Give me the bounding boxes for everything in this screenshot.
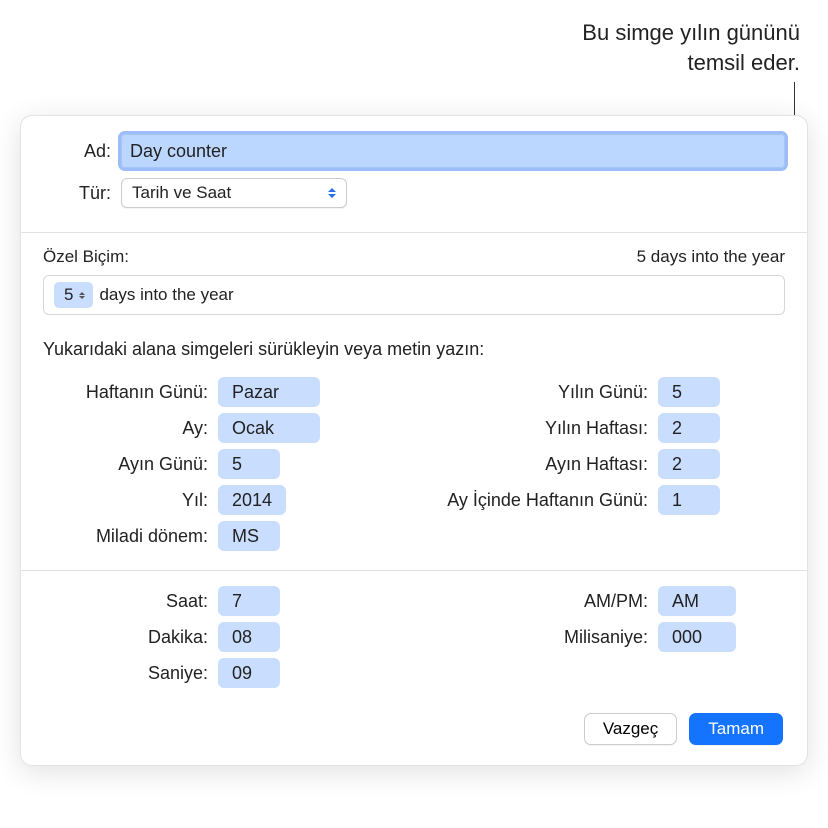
token-weekdayinmonth[interactable]: 1	[658, 485, 720, 515]
ok-button[interactable]: Tamam	[689, 713, 783, 745]
type-select-value: Tarih ve Saat	[132, 183, 231, 203]
token-label: Miladi dönem:	[43, 526, 208, 547]
token-second[interactable]: 09	[218, 658, 280, 688]
type-select[interactable]: Tarih ve Saat	[121, 178, 347, 208]
format-field[interactable]: 5 days into the year	[43, 275, 785, 315]
token-weekofyear[interactable]: 2	[658, 413, 720, 443]
token-year[interactable]: 2014	[218, 485, 286, 515]
token-label: Saniye:	[43, 663, 208, 684]
token-label: Yılın Günü:	[410, 382, 648, 403]
divider	[21, 232, 807, 233]
updown-caret-icon	[79, 292, 85, 299]
format-trailing-text: days into the year	[99, 285, 233, 305]
token-label: Ay İçinde Haftanın Günü:	[410, 490, 648, 511]
token-row-weekofyear: Yılın Haftası: 2	[410, 410, 747, 446]
custom-format-label: Özel Biçim:	[43, 247, 129, 267]
name-input[interactable]	[121, 134, 785, 168]
token-row-minute: Dakika: 08	[43, 619, 380, 655]
name-label: Ad:	[43, 141, 121, 162]
token-row-weekofmonth: Ayın Haftası: 2	[410, 446, 747, 482]
token-row-hour: Saat: 7	[43, 583, 380, 619]
token-row-month: Ay: Ocak	[43, 410, 380, 446]
updown-caret-icon	[322, 182, 342, 204]
token-label: Yıl:	[43, 490, 208, 511]
token-row-weekday: Haftanın Günü: Pazar	[43, 374, 380, 410]
token-dayofmonth[interactable]: 5	[218, 449, 280, 479]
type-label: Tür:	[43, 183, 121, 204]
format-token-value: 5	[64, 285, 73, 305]
token-label: Ayın Günü:	[43, 454, 208, 475]
token-label: AM/PM:	[410, 591, 648, 612]
token-row-weekdayinmonth: Ay İçinde Haftanın Günü: 1	[410, 482, 747, 518]
token-dayofyear[interactable]: 5	[658, 377, 720, 407]
token-label: Dakika:	[43, 627, 208, 648]
token-row-dayofmonth: Ayın Günü: 5	[43, 446, 380, 482]
format-token-dayofyear[interactable]: 5	[54, 282, 93, 308]
token-weekofmonth[interactable]: 2	[658, 449, 720, 479]
token-row-year: Yıl: 2014	[43, 482, 380, 518]
token-label: Milisaniye:	[410, 627, 648, 648]
token-label: Haftanın Günü:	[43, 382, 208, 403]
token-label: Ay:	[43, 418, 208, 439]
cancel-button[interactable]: Vazgeç	[584, 713, 677, 745]
callout-line1: Bu simge yılın gününü	[582, 18, 800, 48]
token-row-dayofyear: Yılın Günü: 5	[410, 374, 747, 410]
token-month[interactable]: Ocak	[218, 413, 320, 443]
token-row-second: Saniye: 09	[43, 655, 380, 691]
custom-format-preview: 5 days into the year	[637, 247, 785, 267]
token-hour[interactable]: 7	[218, 586, 280, 616]
token-label: Ayın Haftası:	[410, 454, 648, 475]
token-millisecond[interactable]: 000	[658, 622, 736, 652]
token-row-millisecond: Milisaniye: 000	[410, 619, 747, 655]
token-era[interactable]: MS	[218, 521, 280, 551]
token-minute[interactable]: 08	[218, 622, 280, 652]
instruction-text: Yukarıdaki alana simgeleri sürükleyin ve…	[21, 315, 807, 370]
callout-line2: temsil eder.	[582, 48, 800, 78]
token-label: Saat:	[43, 591, 208, 612]
token-row-ampm: AM/PM: AM	[410, 583, 747, 619]
callout-text: Bu simge yılın gününü temsil eder.	[582, 18, 800, 77]
custom-format-dialog: Ad: Tür: Tarih ve Saat Özel Biçim: 5 day…	[20, 115, 808, 766]
token-row-era: Miladi dönem: MS	[43, 518, 380, 554]
token-weekday[interactable]: Pazar	[218, 377, 320, 407]
token-ampm[interactable]: AM	[658, 586, 736, 616]
token-label: Yılın Haftası:	[410, 418, 648, 439]
